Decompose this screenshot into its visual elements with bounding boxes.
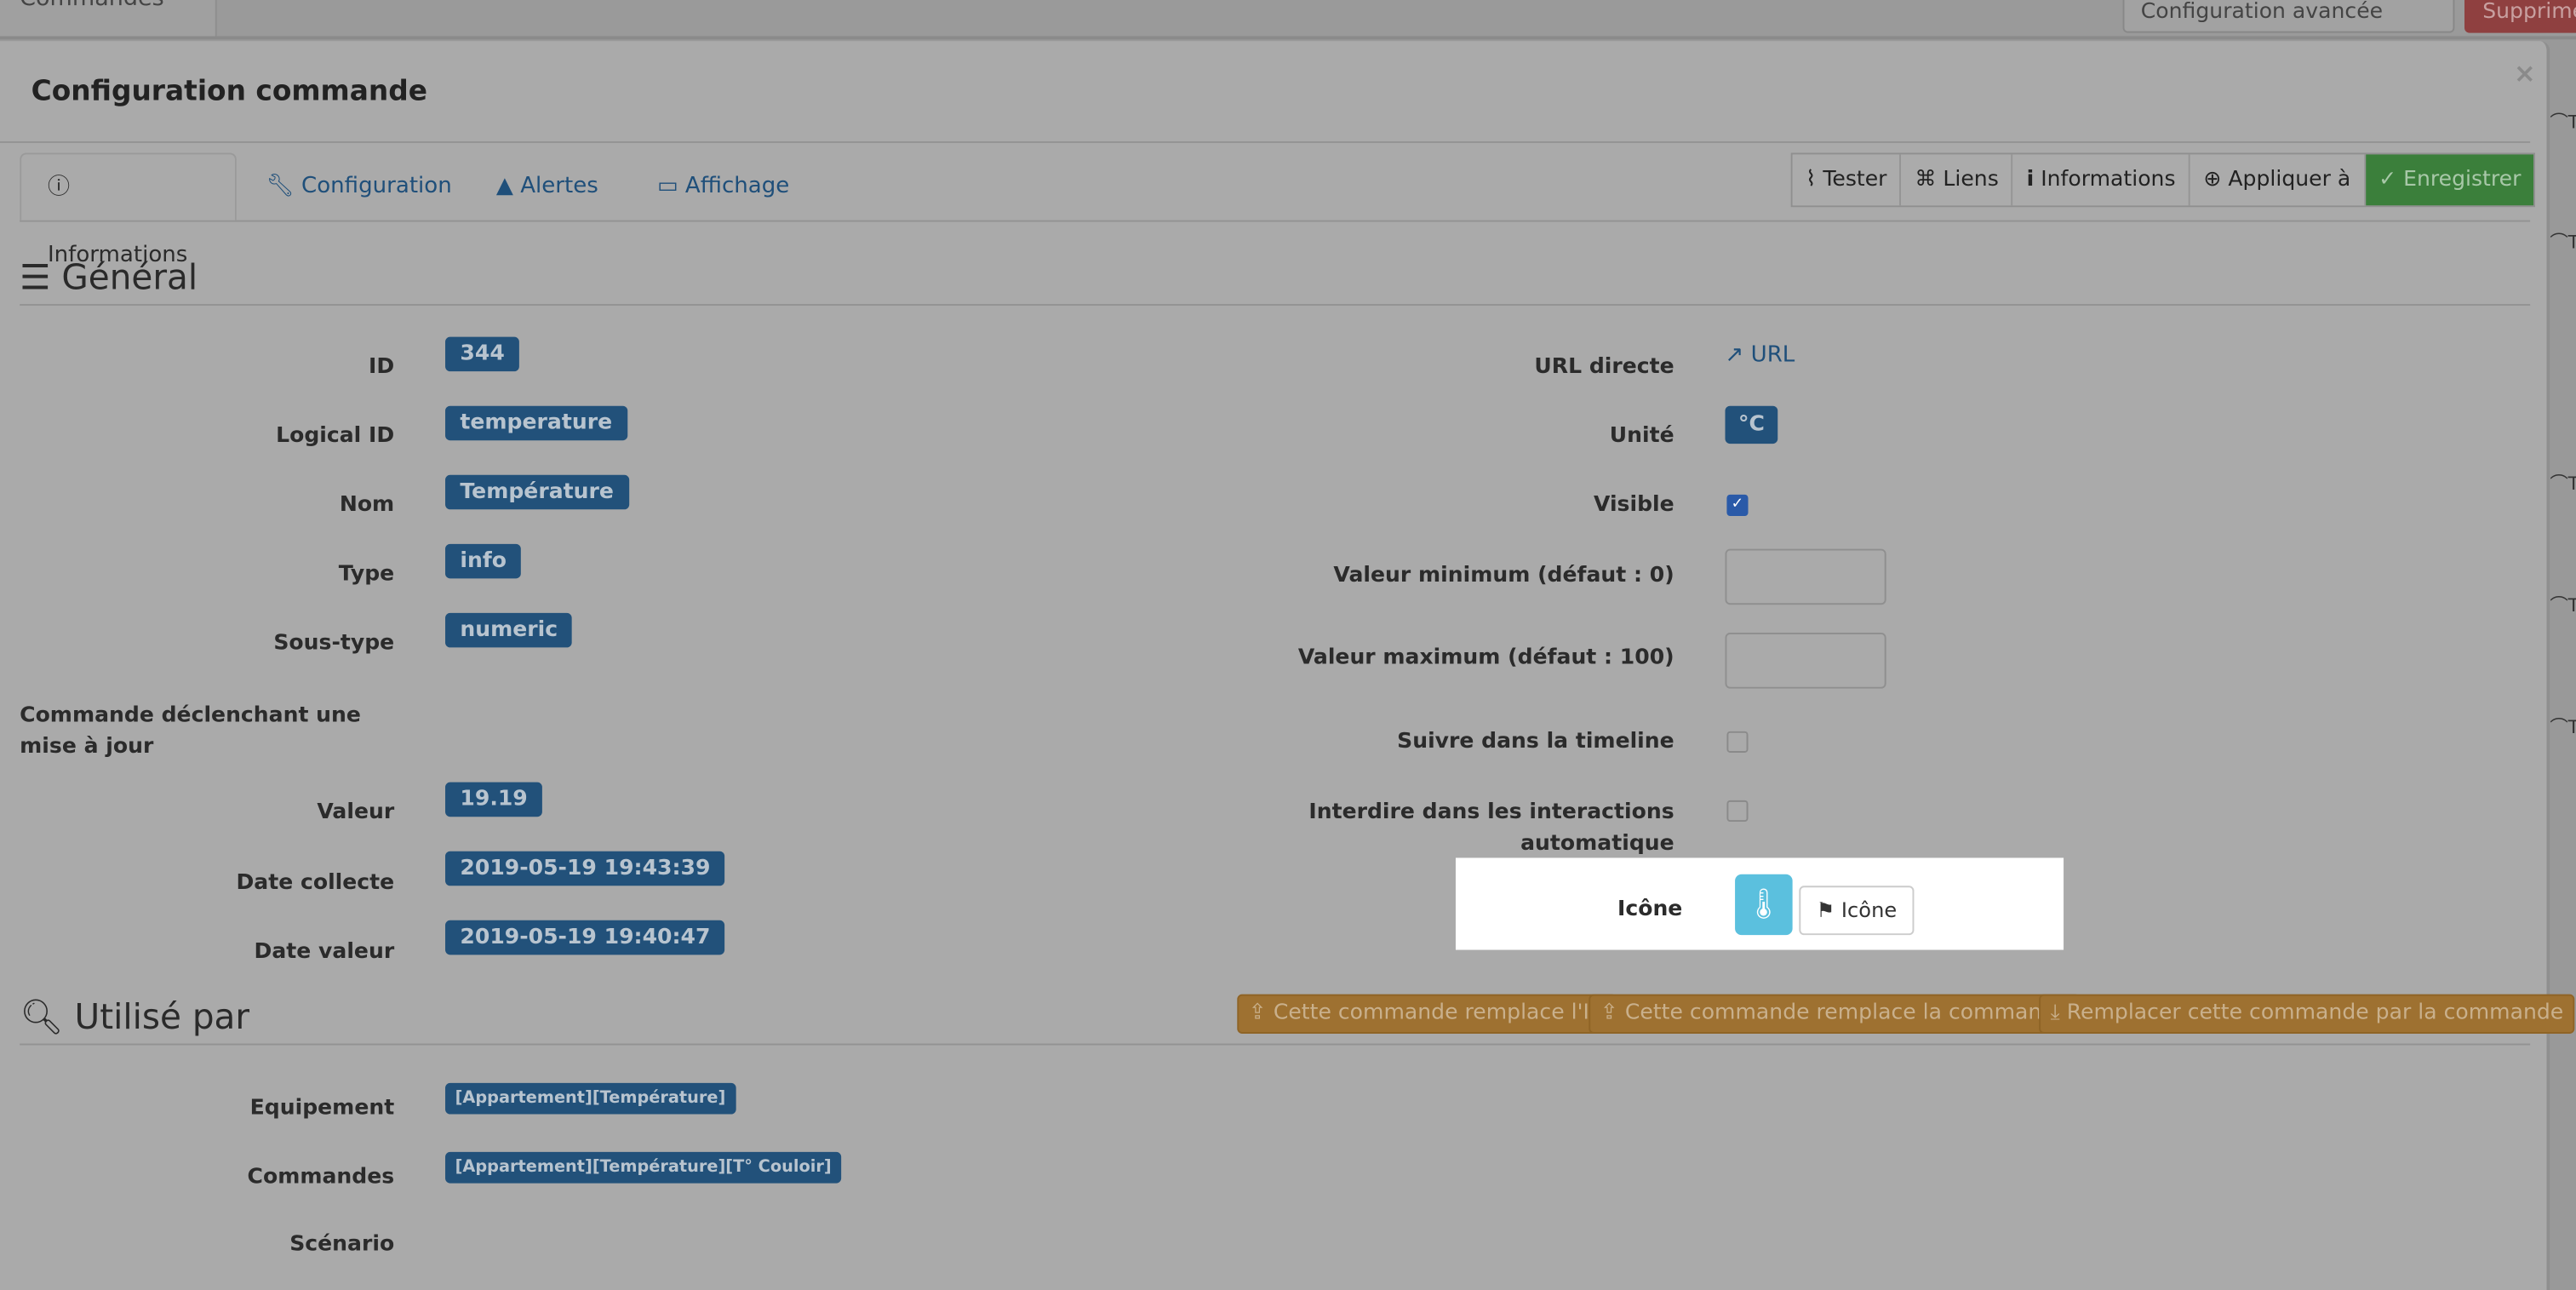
desktop-icon: ▭ <box>657 172 678 199</box>
button-label: Icône <box>1840 897 1898 922</box>
label-visible: Visible <box>1593 493 1674 518</box>
info-icon: i <box>2026 167 2035 192</box>
tab-affichage[interactable]: ▭ Affichage <box>631 152 816 220</box>
value-id: 344 <box>445 336 520 372</box>
close-icon[interactable]: × <box>2514 58 2536 89</box>
action-button-group: ⌇ Tester ⌘ Liens i Informations ⊕ Appliq… <box>1790 152 2536 208</box>
value-unite: °C <box>1725 405 1778 444</box>
section-general-heading: ☰ Général <box>20 258 197 297</box>
button-label: Enregistrer <box>2403 167 2522 192</box>
liens-button[interactable]: ⌘ Liens <box>1901 154 2014 206</box>
equipement-badge[interactable]: [Appartement][Température] <box>445 1082 736 1115</box>
commandes-badge[interactable]: [Appartement][Température][T° Couloir] <box>445 1151 842 1184</box>
label-url: URL directe <box>1534 354 1674 380</box>
interdire-checkbox[interactable] <box>1726 800 1749 822</box>
upload-icon: ⇪ <box>1600 1000 1618 1026</box>
modal-title: Configuration commande <box>31 75 428 109</box>
value-valeur: 19.19 <box>445 782 543 817</box>
label-timeline: Suivre dans la timeline <box>1397 729 1674 754</box>
tab-label: Configuration <box>301 172 452 199</box>
tabs-divider <box>20 220 2531 222</box>
max-value-input[interactable] <box>1725 633 1886 689</box>
command-config-modal: Configuration commande × ⓘ Informations … <box>0 41 2575 1290</box>
links-icon: ⌘ <box>1915 167 1937 192</box>
label-nom: Nom <box>339 493 395 518</box>
button-label: Cette commande remplace l'ID <box>1273 1000 1606 1026</box>
label-unite: Unité <box>1609 423 1674 449</box>
plus-circle-icon: ⊕ <box>2203 167 2222 192</box>
background-list: ⌒T ⌒T ⌒T ⌒T ⌒T <box>2550 112 2576 738</box>
flag-icon: ⚑ <box>1816 897 1835 922</box>
label-valeur: Valeur <box>317 800 395 825</box>
label-logical-id: Logical ID <box>276 423 395 449</box>
label-max: Valeur maximum (défaut : 100) <box>1297 645 1674 671</box>
tab-alertes[interactable]: ▲ Alertes <box>470 152 625 220</box>
tab-commandes[interactable]: Commandes <box>0 0 217 37</box>
label-equipement: Equipement <box>249 1096 395 1121</box>
button-label: Cette commande remplace la commande <box>1624 1000 2069 1026</box>
upload-icon: ⇪ <box>1248 1000 1267 1026</box>
replace-by-command-button[interactable]: ⤓ Remplacer cette commande par la comman… <box>2039 994 2575 1034</box>
value-sous-type: numeric <box>445 612 573 648</box>
save-button[interactable]: ✓ Enregistrer <box>2365 154 2534 206</box>
timeline-checkbox[interactable] <box>1726 731 1749 753</box>
tab-label: Affichage <box>684 172 790 199</box>
check-circle-icon: ✓ <box>2379 167 2397 192</box>
value-logical-id: temperature <box>445 405 627 441</box>
list-icon: ☰ <box>20 258 51 298</box>
icon-row-highlight: Icône 🌡︎ ⚑ Icône <box>1455 857 2064 950</box>
thermometer-icon: 🌡︎ <box>1735 874 1793 936</box>
label-id: ID <box>369 354 395 380</box>
value-nom: Température <box>445 474 629 510</box>
button-label: Informations <box>2041 167 2176 192</box>
tester-button[interactable]: ⌇ Tester <box>1792 154 1902 206</box>
button-label: Tester <box>1823 167 1887 192</box>
divider <box>20 1043 2531 1046</box>
label-commandes: Commandes <box>247 1165 395 1190</box>
wrench-icon: 🔧︎ <box>266 172 295 199</box>
divider <box>20 304 2531 306</box>
search-icon: 🔍︎ <box>20 997 64 1037</box>
advanced-config-button[interactable]: Configuration avancée <box>2122 0 2455 33</box>
divider <box>0 140 2531 143</box>
info-circle-icon: ⓘ <box>47 174 71 201</box>
label-interdire: Interdire dans les interactions automati… <box>1308 800 1674 857</box>
label-icone: Icône <box>1617 897 1683 922</box>
tab-informations[interactable]: ⓘ Informations <box>20 152 237 268</box>
value-date-valeur: 2019-05-19 19:40:47 <box>445 920 725 955</box>
url-link[interactable]: ↗ URL <box>1726 341 1795 368</box>
informations-button[interactable]: i Informations <box>2013 154 2190 206</box>
choose-icon-button[interactable]: ⚑ Icône <box>1799 886 1915 936</box>
replace-id-button[interactable]: ⇪ Cette commande remplace l'ID <box>1237 994 1617 1034</box>
button-label: Liens <box>1943 167 1999 192</box>
rss-icon: ⌇ <box>1806 167 1817 192</box>
label-date-valeur: Date valeur <box>254 939 395 965</box>
appliquer-button[interactable]: ⊕ Appliquer à <box>2190 154 2366 206</box>
button-label: Appliquer à <box>2228 167 2351 192</box>
link-text: URL <box>1750 341 1795 369</box>
value-type: info <box>445 543 522 579</box>
tab-label: Alertes <box>520 172 598 199</box>
background-toolbar: Commandes Configuration avancée Supprime… <box>0 0 2576 40</box>
tab-configuration[interactable]: 🔧︎ Configuration <box>240 152 478 220</box>
download-icon: ⤓ <box>2050 1000 2060 1026</box>
min-value-input[interactable] <box>1725 548 1886 605</box>
replace-command-button[interactable]: ⇪ Cette commande remplace la commande <box>1589 994 2081 1034</box>
visible-checkbox[interactable]: ✓ <box>1726 494 1749 517</box>
value-date-collecte: 2019-05-19 19:43:39 <box>445 851 725 886</box>
heading-text: Utilisé par <box>74 997 250 1037</box>
label-type: Type <box>338 562 395 588</box>
label-trigger-command: Commande déclenchant une mise à jour <box>20 703 361 760</box>
label-sous-type: Sous-type <box>273 631 395 656</box>
delete-button[interactable]: Supprimer <box>2464 0 2576 33</box>
label-min: Valeur minimum (défaut : 0) <box>1333 563 1674 588</box>
warning-icon: ▲ <box>495 172 513 199</box>
label-date-collecte: Date collecte <box>236 870 395 896</box>
button-label: Remplacer cette commande par la commande <box>2066 1000 2564 1026</box>
external-link-icon: ↗ <box>1725 341 1744 369</box>
label-scenario: Scénario <box>289 1232 395 1258</box>
section-used-heading: 🔍︎ Utilisé par <box>20 998 249 1039</box>
heading-text: Général <box>61 258 198 298</box>
